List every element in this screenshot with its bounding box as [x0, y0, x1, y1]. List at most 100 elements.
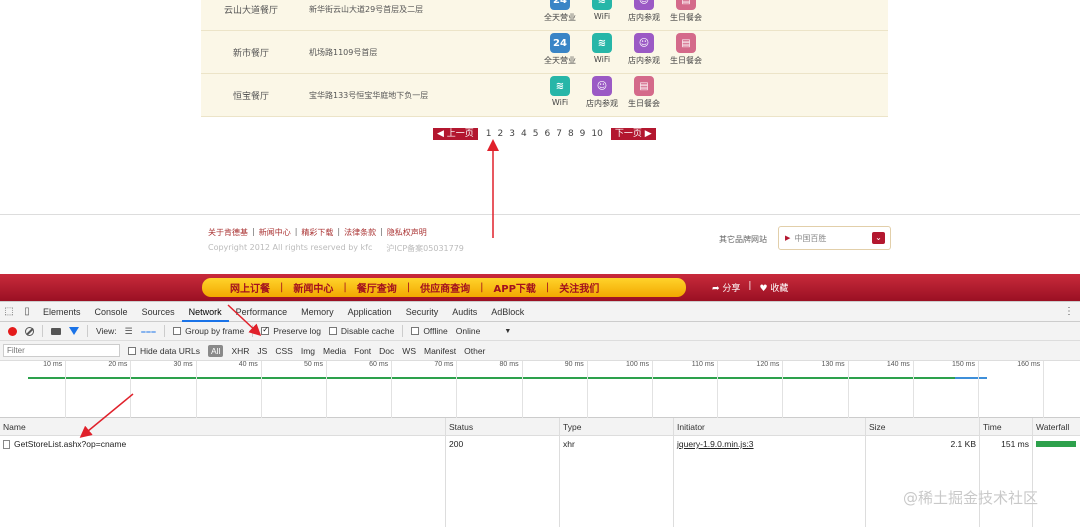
devtools-tabbar: ⬚ ▯ Elements Console Sources Network Per… — [0, 302, 1080, 322]
column-waterfall-header[interactable]: Waterfall — [1032, 418, 1080, 435]
nav-item-store-search[interactable]: 餐厅查询 — [357, 280, 397, 295]
screenshot-button[interactable] — [51, 327, 61, 335]
preserve-log-checkbox[interactable]: Preserve log — [261, 325, 321, 336]
clear-button[interactable] — [25, 326, 34, 336]
store-row: 云山大道餐厅 新华街云山大道29号首层及二层 24 全天营业 ≋ WiFi ☺ 店内参… — [201, 0, 888, 31]
initiator-link[interactable]: jquery-1.9.0.min.js:3 — [677, 439, 754, 449]
page-link[interactable]: 8 — [568, 129, 574, 139]
tab-console[interactable]: Console — [88, 302, 135, 322]
timeline-tick-label: 40 ms — [238, 361, 258, 368]
page-link[interactable]: 7 — [556, 129, 562, 139]
timeline-tick-label: 50 ms — [303, 361, 323, 368]
tab-adblock[interactable]: AdBlock — [484, 302, 531, 322]
request-initiator-cell: jquery-1.9.0.min.js:3 — [673, 436, 865, 452]
footer-link-news[interactable]: 新闻中心 — [259, 227, 291, 238]
prev-page-button[interactable]: ◀ 上一页 — [433, 128, 478, 140]
tab-network[interactable]: Network — [181, 302, 229, 322]
group-by-frame-checkbox[interactable]: Group by frame — [173, 326, 244, 336]
type-filter-img[interactable]: Img — [301, 346, 315, 356]
device-toggle-icon[interactable]: ▯ — [18, 306, 36, 317]
record-button[interactable] — [8, 326, 17, 336]
brand-select[interactable]: ▶ 中国百胜 ⌄ — [778, 226, 891, 250]
page-link[interactable]: 3 — [509, 129, 515, 139]
nav-item-follow[interactable]: 关注我们 — [559, 280, 599, 295]
column-initiator-header[interactable]: Initiator — [673, 418, 865, 435]
request-size-cell: 2.1 KB — [865, 436, 979, 452]
overview-icon[interactable]: ⩶ — [141, 326, 156, 337]
footer-link-about[interactable]: 关于肯德基 — [208, 227, 248, 238]
copyright-text: Copyright 2012 All rights reserved by kf… — [208, 243, 373, 252]
footer-link-legal[interactable]: 法律条款 — [344, 227, 376, 238]
page-link[interactable]: 9 — [580, 129, 586, 139]
page-link[interactable]: 4 — [521, 129, 527, 139]
next-page-button[interactable]: 下一页 ▶ — [610, 128, 656, 140]
inspect-icon[interactable]: ⬚ — [0, 306, 18, 317]
more-options-icon[interactable]: ⋮ — [1064, 306, 1074, 317]
footer-link-privacy[interactable]: 隐私权声明 — [387, 227, 427, 238]
timeline-gridline — [717, 361, 719, 418]
type-filter-ws[interactable]: WS — [402, 346, 416, 356]
nav-separator: | — [343, 282, 347, 293]
filter-toggle[interactable] — [69, 327, 79, 335]
offline-checkbox[interactable]: Offline — [411, 326, 448, 336]
service-wifi: ≋ WiFi — [582, 33, 622, 64]
page-link[interactable]: 6 — [544, 129, 550, 139]
disable-cache-checkbox[interactable]: Disable cache — [328, 326, 394, 336]
type-filter-other[interactable]: Other — [464, 346, 485, 356]
service-24h: 24 全天营业 — [540, 33, 580, 66]
favorite-button[interactable]: ♥ 收藏 — [759, 281, 788, 294]
service-room: ☺ 店内参观 — [624, 0, 664, 23]
24h-icon: 24 — [550, 0, 570, 10]
wifi-icon: ≋ — [592, 0, 612, 10]
timeline-gridline — [130, 361, 132, 418]
tab-security[interactable]: Security — [399, 302, 446, 322]
network-overview-timeline[interactable]: 10 ms 20 ms 30 ms 40 ms 50 ms 60 ms 70 ms 80 ms… — [0, 361, 1080, 418]
share-button[interactable]: ➦ 分享 — [712, 281, 740, 294]
throttle-select[interactable]: Online ▼ — [456, 326, 512, 336]
page-link[interactable]: 10 — [591, 129, 602, 139]
tab-performance[interactable]: Performance — [229, 302, 295, 322]
nav-item-app[interactable]: APP下载 — [494, 280, 536, 295]
type-filter-media[interactable]: Media — [323, 346, 346, 356]
column-status-header[interactable]: Status — [445, 418, 559, 435]
network-toolbar: View: ☰ ⩶ Group by frame Preserve log Di… — [0, 322, 1080, 341]
tab-sources[interactable]: Sources — [135, 302, 182, 322]
tab-elements[interactable]: Elements — [36, 302, 88, 322]
column-time-header[interactable]: Time — [979, 418, 1032, 435]
view-label: View: — [96, 326, 117, 336]
tab-audits[interactable]: Audits — [445, 302, 484, 322]
tab-application[interactable]: Application — [341, 302, 399, 322]
large-rows-icon[interactable]: ☰ — [125, 326, 133, 337]
footer-link-downloads[interactable]: 精彩下载 — [301, 227, 333, 238]
tab-memory[interactable]: Memory — [294, 302, 341, 322]
type-filter-manifest[interactable]: Manifest — [424, 346, 456, 356]
nav-item-order[interactable]: 网上订餐 — [230, 280, 270, 295]
copyright: Copyright 2012 All rights reserved by kf… — [208, 243, 464, 254]
request-table-header: Name Status Type Initiator Size Time Wat… — [0, 418, 1080, 436]
type-filter-doc[interactable]: Doc — [379, 346, 394, 356]
filter-input[interactable] — [3, 344, 120, 357]
column-size-header[interactable]: Size — [865, 418, 979, 435]
type-filter-all[interactable]: All — [208, 344, 224, 357]
column-name-header[interactable]: Name — [0, 418, 445, 435]
page-link[interactable]: 5 — [533, 129, 539, 139]
store-table: 云山大道餐厅 新华街云山大道29号首层及二层 24 全天营业 ≋ WiFi ☺ 店内参… — [201, 0, 888, 117]
screenshot-root: 云山大道餐厅 新华街云山大道29号首层及二层 24 全天营业 ≋ WiFi ☺ 店内参… — [0, 0, 1080, 527]
type-filter-js[interactable]: JS — [257, 346, 267, 356]
column-type-header[interactable]: Type — [559, 418, 673, 435]
table-row[interactable]: GetStoreList.ashx?op=cname 200 xhr jquer… — [0, 436, 1080, 452]
footer-separator: | — [337, 227, 341, 236]
type-filter-font[interactable]: Font — [354, 346, 371, 356]
type-filter-css[interactable]: CSS — [275, 346, 292, 356]
nav-item-supplier[interactable]: 供应商查询 — [420, 280, 470, 295]
type-filter-xhr[interactable]: XHR — [231, 346, 249, 356]
file-icon — [3, 439, 10, 449]
record-icon — [8, 326, 17, 336]
timeline-tick-label: 30 ms — [173, 361, 193, 368]
footer-links: 关于肯德基 | 新闻中心 | 精彩下载 | 法律条款 | 隐私权声明 — [208, 227, 427, 238]
page-link[interactable]: 2 — [498, 129, 504, 139]
service-room: ☺ 店内参观 — [624, 33, 664, 66]
nav-item-news[interactable]: 新闻中心 — [293, 280, 333, 295]
hide-data-urls-checkbox[interactable]: Hide data URLs — [128, 346, 200, 356]
page-link[interactable]: 1 — [486, 129, 492, 139]
